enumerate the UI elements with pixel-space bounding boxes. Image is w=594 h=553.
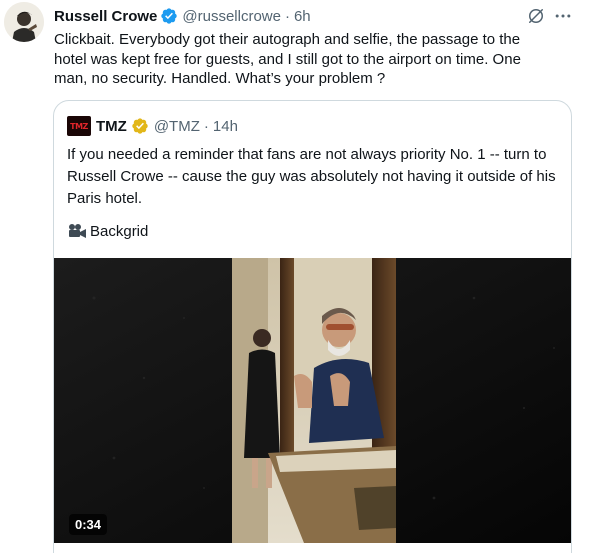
dot-separator: · [284,7,290,25]
video-player[interactable]: 0:34 [54,258,571,543]
avatar-illustration [4,2,44,42]
video-duration-badge: 0:34 [69,514,108,535]
credit-text: Backgrid [90,222,149,240]
grok-icon[interactable] [526,6,546,26]
tweet-text: Clickbait. Everybody got their autograph… [54,31,521,88]
verified-badge-icon [160,7,178,25]
quoted-timestamp[interactable]: 14h [213,118,238,135]
movie-camera-icon [67,223,87,239]
tweet-header: Russell Crowe @russellcrowe · 6h [54,6,311,26]
tweet-timestamp[interactable]: 6h [294,8,311,25]
photo-credit: Backgrid [67,220,148,242]
quoted-dot-separator: · [203,117,209,135]
author-handle[interactable]: @russellcrowe [182,8,281,25]
author-name[interactable]: Russell Crowe [54,8,157,25]
video-thumbnail [54,258,571,543]
quoted-tweet-header: TMZ TMZ @TMZ · 14h [67,116,238,136]
author-avatar[interactable] [4,2,44,42]
more-options-icon[interactable] [553,6,573,26]
tmz-logo-text: TMZ [70,121,88,131]
quoted-tweet-text: If you needed a reminder that fans are n… [67,146,556,207]
quoted-author-name[interactable]: TMZ [96,118,127,135]
quoted-tweet-card[interactable]: TMZ TMZ @TMZ · 14h If you needed a remin… [53,100,572,553]
gold-verified-badge-icon [131,117,149,135]
tmz-avatar[interactable]: TMZ [67,116,91,136]
quoted-author-handle[interactable]: @TMZ [154,118,200,135]
